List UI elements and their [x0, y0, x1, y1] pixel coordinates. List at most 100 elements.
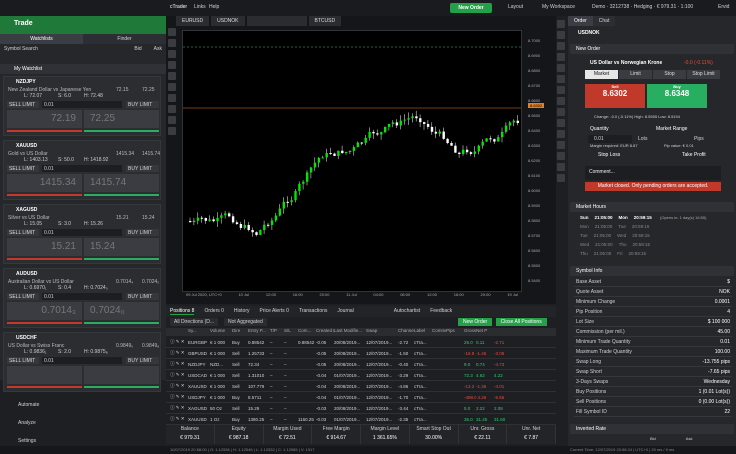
comment-input[interactable]: Comment...	[585, 166, 721, 180]
watchlist-card[interactable]: USDCHF US Dollar vs Swiss Franc L: 0.9836₁…	[3, 332, 161, 392]
column-header[interactable]: S/L	[284, 328, 298, 336]
column-header[interactable]: Net P	[476, 328, 494, 336]
sell-limit-button[interactable]: SELL LIMIT	[7, 101, 39, 108]
quantity-input[interactable]: 0.01	[42, 229, 122, 236]
trash-icon[interactable]	[168, 127, 176, 135]
price-chart[interactable]	[182, 30, 522, 292]
order-tab-stop[interactable]: Stop	[653, 70, 686, 79]
tab-journal[interactable]: Journal	[337, 308, 353, 315]
quantity-input[interactable]: 0.01	[42, 165, 122, 172]
buy-button[interactable]: Buy 8.6348	[647, 84, 707, 108]
column-header[interactable]: Created (UT...	[316, 328, 334, 336]
lock-icon[interactable]	[168, 116, 176, 124]
column-header[interactable]: Volume	[210, 328, 232, 336]
account-info[interactable]: Demo · 3212738 · Hedging · € 979.31 · 1:…	[592, 4, 693, 10]
row-actions[interactable]: ⓘ ✎ ✕	[170, 350, 188, 356]
close-all-button[interactable]: Close All Positions	[495, 318, 547, 326]
column-header[interactable]: Gross P	[464, 328, 476, 336]
table-row[interactable]: ⓘ ✎ ✕ NZDJPY NZD... Sell 72.34 – – -0.05 20/08/2…	[166, 359, 556, 370]
table-row[interactable]: ⓘ ✎ ✕ XAGUSD 50 Oz Sell 15.29 – – -0.03 20/08/20…	[166, 403, 556, 414]
menu-help[interactable]: Help	[209, 4, 219, 10]
buy-limit-button[interactable]: BUY LIMIT	[126, 293, 159, 300]
table-row[interactable]: ⓘ ✎ ✕ USDJPY € 1 000 Buy 8.5711 – – -0.04 01/07/…	[166, 392, 556, 403]
tab-positions[interactable]: Positions 8	[170, 308, 195, 315]
order-tab-limit[interactable]: Limit	[619, 70, 652, 79]
row-actions[interactable]: ⓘ ✎ ✕	[170, 339, 188, 345]
row-actions[interactable]: ⓘ ✎ ✕	[170, 405, 188, 411]
card-buy-button[interactable]: 0.7024₀	[84, 302, 159, 320]
new-order-button[interactable]: New Order	[450, 3, 492, 13]
watchlist-header[interactable]: My Watchlist	[0, 64, 166, 74]
direction-filter[interactable]: All Directions (D...	[170, 318, 219, 326]
aggregation-filter[interactable]: Not Aggregated	[224, 318, 267, 326]
stop-loss-toggle[interactable]: Stop Loss	[598, 152, 620, 158]
menu-links[interactable]: Links	[194, 4, 206, 10]
order-tab-market[interactable]: Market	[585, 70, 618, 79]
watchlist-card[interactable]: AUDUSD Australian Dollar vs US Dollar L: 0…	[3, 268, 161, 328]
card-buy-button[interactable]	[84, 366, 159, 384]
column-header[interactable]: Label	[414, 328, 432, 336]
row-actions[interactable]: ⓘ ✎ ✕	[170, 383, 188, 389]
row-actions[interactable]: ⓘ ✎ ✕	[170, 416, 188, 422]
table-row[interactable]: ⓘ ✎ ✕ XAUUSD € 1 000 Sell 107.779– – -0.04 20/0…	[166, 381, 556, 392]
magnet-icon[interactable]	[168, 105, 176, 113]
column-header[interactable]: Swap	[366, 328, 398, 336]
column-header[interactable]: Channel	[398, 328, 414, 336]
tab-watchlists[interactable]: Watchlists	[0, 34, 83, 44]
order-tab-stop-limit[interactable]: Stop Limit	[687, 70, 720, 79]
sell-button[interactable]: Sell 8.6302	[585, 84, 645, 108]
tab-orders[interactable]: Orders 0	[204, 308, 223, 315]
workspace-menu[interactable]: My Workspace	[542, 4, 575, 10]
row-actions[interactable]: ⓘ ✎ ✕	[170, 372, 188, 378]
sell-limit-button[interactable]: SELL LIMIT	[7, 293, 39, 300]
tab-order[interactable]: Order	[568, 16, 593, 26]
quantity-input[interactable]: 0.01	[588, 135, 632, 143]
nav-automate[interactable]: Automate	[0, 398, 166, 416]
indicator-icon[interactable]	[557, 42, 565, 50]
autochartist-button[interactable]: Autochartist	[394, 308, 420, 315]
column-header[interactable]: Pips	[446, 328, 464, 336]
card-buy-button[interactable]: 1415.74	[84, 174, 159, 192]
order-symbol[interactable]: USDNOK	[578, 30, 600, 36]
crosshair-icon[interactable]	[168, 28, 176, 36]
grid-icon[interactable]	[557, 64, 565, 72]
quantity-input[interactable]: 0.01	[42, 101, 122, 108]
quantity-input[interactable]: 0.01	[42, 293, 122, 300]
symbol-search-input[interactable]: Symbol Search	[4, 46, 38, 52]
take-profit-toggle[interactable]: Take Profit	[682, 152, 706, 158]
chart-tab-eurusd[interactable]: EURUSD	[176, 16, 210, 26]
sell-limit-button[interactable]: SELL LIMIT	[7, 357, 39, 364]
column-header[interactable]: Comment	[432, 328, 446, 336]
positions-new-order-button[interactable]: New Order	[458, 318, 493, 326]
cursor-icon[interactable]	[557, 20, 565, 28]
bell-icon[interactable]	[557, 86, 565, 94]
layout-menu[interactable]: Layout	[508, 4, 523, 10]
clock-icon[interactable]	[557, 75, 565, 83]
sell-limit-button[interactable]: SELL LIMIT	[7, 229, 39, 236]
chart-tab-btcusd[interactable]: BTCUSD	[308, 16, 342, 26]
table-row[interactable]: ⓘ ✎ ✕ GBPUSD € 1 000 Sell 1.25733– – -0.05 20/0…	[166, 348, 556, 359]
row-actions[interactable]: ⓘ ✎ ✕	[170, 394, 188, 400]
card-buy-button[interactable]: 15.24	[84, 238, 159, 256]
list-icon[interactable]	[557, 141, 565, 149]
column-header[interactable]: Last Modifie...	[334, 328, 366, 336]
card-sell-button[interactable]: 72.19	[7, 110, 82, 128]
card-sell-button[interactable]	[7, 366, 82, 384]
sell-limit-button[interactable]: SELL LIMIT	[7, 165, 39, 172]
watchlist-card[interactable]: XAUUSD Gold vs US Dollar L: 1403.13 S: 50.0…	[3, 140, 161, 200]
settings-icon[interactable]	[557, 119, 565, 127]
text-icon[interactable]	[168, 72, 176, 80]
chart-tab-blank[interactable]	[246, 16, 307, 26]
table-row[interactable]: ⓘ ✎ ✕ EURGBP € 1 000 Buy 0.88542– –0.88542 -0.…	[166, 337, 556, 348]
tab-transactions[interactable]: Transactions	[299, 308, 327, 315]
share-icon[interactable]	[557, 130, 565, 138]
table-row[interactable]: ⓘ ✎ ✕ USDCAD € 1 000 Sell 1.31010– – -0.04 01/0…	[166, 370, 556, 381]
column-header[interactable]: Entry P...	[248, 328, 270, 336]
table-row[interactable]: ⓘ ✎ ✕ XAUUSD 1 Oz Buy 1380.25– –1160.25 -0.03 0…	[166, 414, 556, 425]
column-header[interactable]: T/P	[270, 328, 284, 336]
draw-icon[interactable]	[557, 31, 565, 39]
shape-icon[interactable]	[168, 83, 176, 91]
buy-limit-button[interactable]: BUY LIMIT	[126, 357, 159, 364]
chart-tab-usdnok[interactable]: USDNOK	[211, 16, 245, 26]
camera-icon[interactable]	[557, 97, 565, 105]
